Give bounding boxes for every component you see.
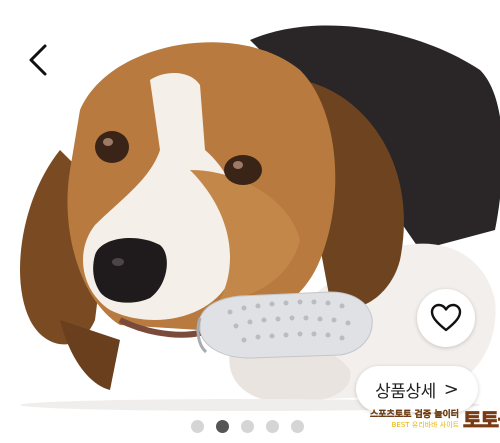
back-button[interactable]: [20, 40, 56, 80]
carousel-dot[interactable]: [191, 420, 204, 433]
watermark-logo: 스포츠토토 검증 놀이터 BEST 유리바바 사이트 토토군: [370, 400, 500, 436]
wishlist-button[interactable]: [417, 289, 475, 347]
watermark-line1: 스포츠토토 검증 놀이터: [370, 409, 460, 420]
product-detail-label: 상품상세: [375, 381, 436, 402]
chevron-right-icon: >: [443, 378, 459, 400]
heart-outline-icon: [430, 303, 462, 332]
chevron-left-icon: [29, 44, 47, 76]
carousel-dot[interactable]: [266, 420, 279, 433]
carousel-dot[interactable]: [241, 420, 254, 433]
carousel-indicator: [191, 420, 304, 433]
watermark-big-text: 토토군: [463, 407, 500, 432]
carousel-dot[interactable]: [291, 420, 304, 433]
carousel-dot-active[interactable]: [216, 420, 229, 433]
watermark-line2: BEST 유리바바 사이트: [391, 420, 460, 429]
